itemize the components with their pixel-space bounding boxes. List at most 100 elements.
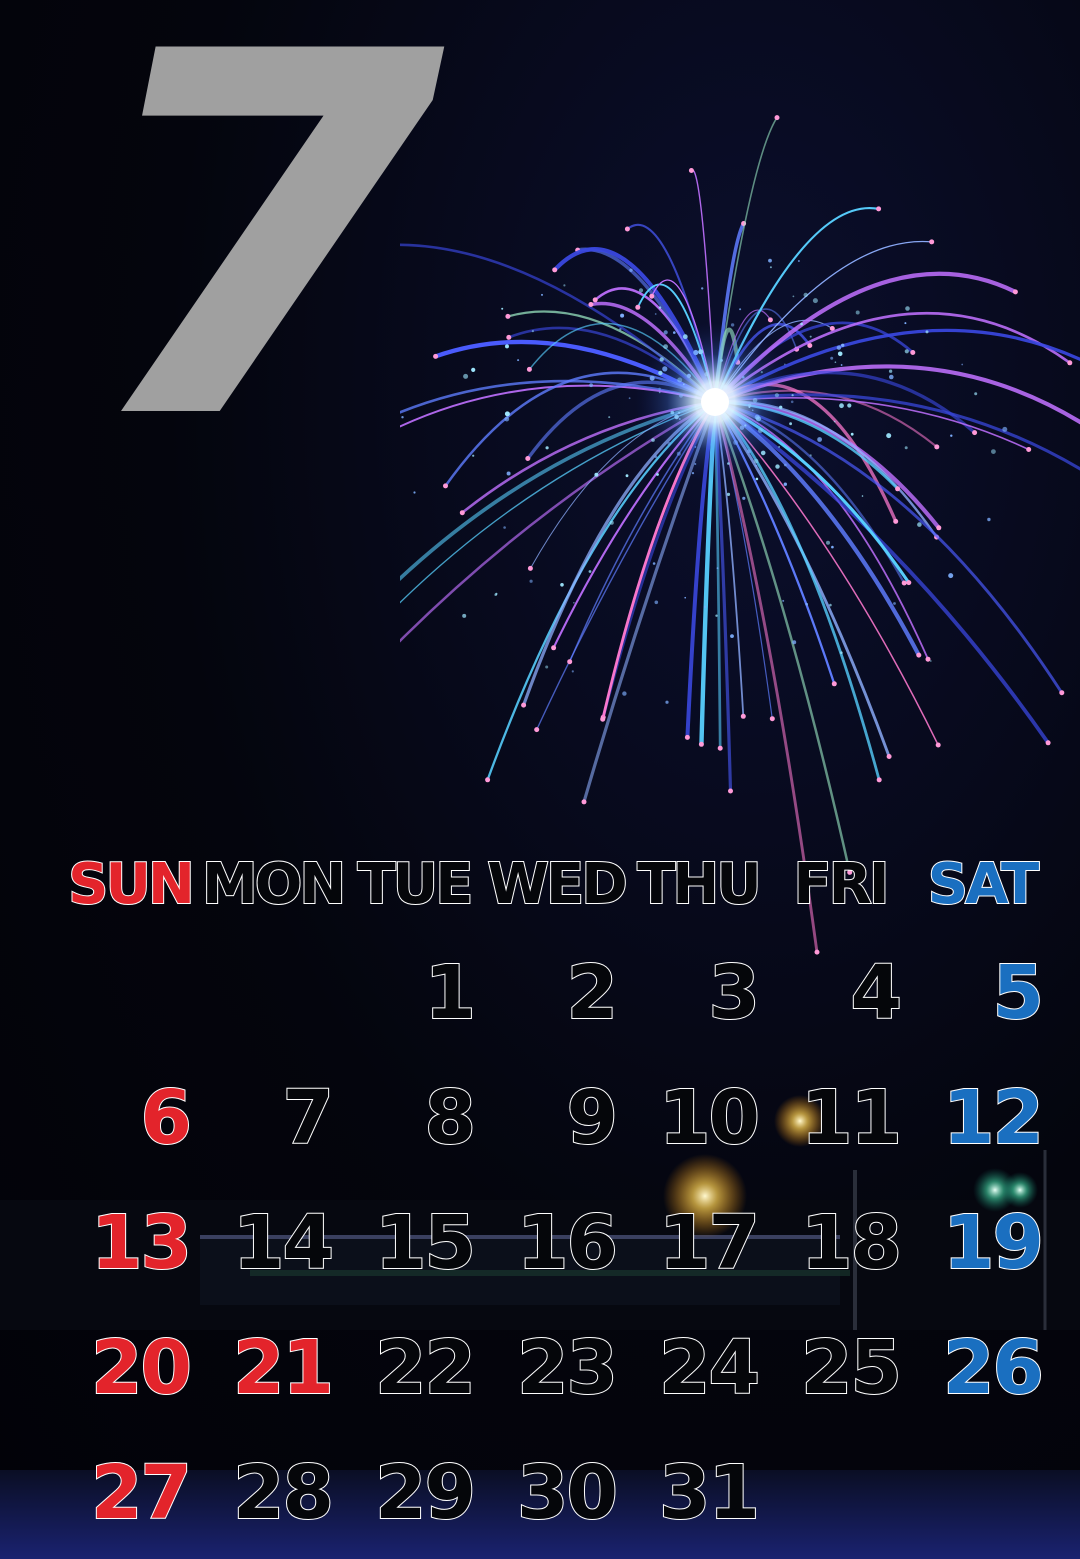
- firework-spark: [836, 345, 842, 350]
- firework-spark: [1002, 426, 1008, 432]
- firework-spark: [652, 562, 656, 565]
- firework-spark: [629, 268, 633, 272]
- firework-spark: [663, 330, 668, 335]
- firework-tip: [649, 293, 655, 299]
- firework-spark: [841, 343, 845, 347]
- firework-tip: [459, 510, 465, 516]
- firework-spark: [529, 579, 533, 583]
- firework-tip: [936, 525, 942, 531]
- day-3: 3: [708, 949, 762, 1037]
- weekday-header-sat: SAT: [927, 851, 1041, 918]
- firework-spark: [638, 288, 644, 293]
- firework-spark: [961, 363, 964, 366]
- firework-spark: [665, 700, 669, 704]
- firework-spark: [833, 420, 836, 423]
- day-28: 28: [232, 1449, 335, 1537]
- firework-tip: [740, 713, 746, 719]
- day-19: 19: [942, 1199, 1045, 1287]
- firework-spark: [545, 446, 549, 450]
- firework-spark: [831, 545, 834, 549]
- firework-spark: [905, 306, 910, 311]
- firework-spark: [658, 306, 662, 309]
- firework-tip: [717, 745, 723, 751]
- firework-spark: [472, 454, 475, 457]
- firework-spark: [925, 330, 929, 334]
- firework-tip: [893, 518, 899, 524]
- firework-spark: [840, 364, 843, 366]
- weekday-header-tue: TUE: [357, 851, 475, 918]
- firework-spark: [619, 328, 622, 331]
- firework-spark: [531, 330, 534, 333]
- firework-spark: [503, 526, 506, 529]
- firework-spark: [812, 298, 818, 304]
- firework-spark: [504, 411, 510, 417]
- day-27: 27: [90, 1449, 193, 1537]
- firework-tip: [916, 652, 922, 658]
- firework-spark: [625, 474, 629, 478]
- firework-tip: [551, 645, 557, 651]
- firework-tip: [527, 565, 533, 571]
- firework-spark: [929, 660, 932, 662]
- firework-spark: [888, 369, 893, 373]
- firework-tip: [831, 681, 837, 687]
- firework-tip: [534, 727, 540, 733]
- day-4: 4: [850, 949, 904, 1037]
- firework-spark: [805, 602, 808, 606]
- day-7: 7: [282, 1074, 336, 1162]
- firework-spark: [886, 433, 892, 439]
- firework-spark: [563, 284, 566, 287]
- firework-spark: [654, 313, 657, 315]
- firework-spark: [917, 522, 922, 527]
- firework-tip: [592, 297, 598, 303]
- firework-tip: [688, 168, 694, 173]
- firework-tip: [767, 317, 773, 323]
- firework-tip: [635, 304, 641, 310]
- firework-spark: [517, 359, 520, 362]
- day-6: 6: [140, 1074, 194, 1162]
- firework-spark: [782, 599, 785, 602]
- firework-spark: [948, 573, 954, 579]
- firework-spark: [545, 665, 549, 669]
- day-14: 14: [232, 1199, 335, 1287]
- day-25: 25: [800, 1324, 903, 1412]
- firework-spark: [703, 605, 707, 609]
- weekday-header-sun: SUN: [67, 851, 196, 918]
- firework-tip: [485, 777, 491, 783]
- firework-tip: [684, 734, 690, 740]
- day-29: 29: [374, 1449, 477, 1537]
- day-20: 20: [90, 1324, 193, 1412]
- firework-spark: [797, 260, 800, 262]
- firework-tip: [972, 430, 978, 436]
- firework-spark: [588, 570, 592, 573]
- firework-tip: [901, 580, 907, 586]
- firework-spark: [829, 603, 832, 607]
- firework-tip: [925, 656, 931, 662]
- firework-spark: [893, 602, 896, 605]
- firework-spark: [742, 496, 746, 500]
- firework-spark: [504, 416, 510, 422]
- firework-spark: [783, 482, 787, 486]
- firework-spark: [620, 313, 625, 318]
- firework-tip: [526, 366, 532, 372]
- firework-tip: [929, 239, 935, 245]
- firework-spark: [839, 403, 844, 409]
- day-24: 24: [658, 1324, 761, 1412]
- firework-tip: [728, 788, 733, 794]
- firework-spark: [628, 397, 631, 400]
- firework-spark: [889, 374, 894, 380]
- day-30: 30: [516, 1449, 619, 1537]
- firework-tip: [624, 226, 630, 232]
- day-26: 26: [942, 1324, 1045, 1412]
- calendar-page: 7 SUN MON TUE WED THU FRI SAT 1 2 3 4 5 6 7 8 9 10 11 12 13…: [0, 0, 1080, 1559]
- firework-tip: [588, 302, 594, 307]
- firework-tip: [1059, 690, 1065, 696]
- day-31: 31: [658, 1449, 761, 1537]
- firework-spark: [792, 295, 795, 298]
- firework-spark: [701, 287, 704, 290]
- day-12: 12: [942, 1074, 1045, 1162]
- firework-spark: [571, 670, 574, 673]
- firework-spark: [716, 567, 719, 569]
- weekday-header-wed: WED: [486, 851, 629, 918]
- firework-tip: [567, 659, 573, 665]
- day-13: 13: [90, 1199, 193, 1287]
